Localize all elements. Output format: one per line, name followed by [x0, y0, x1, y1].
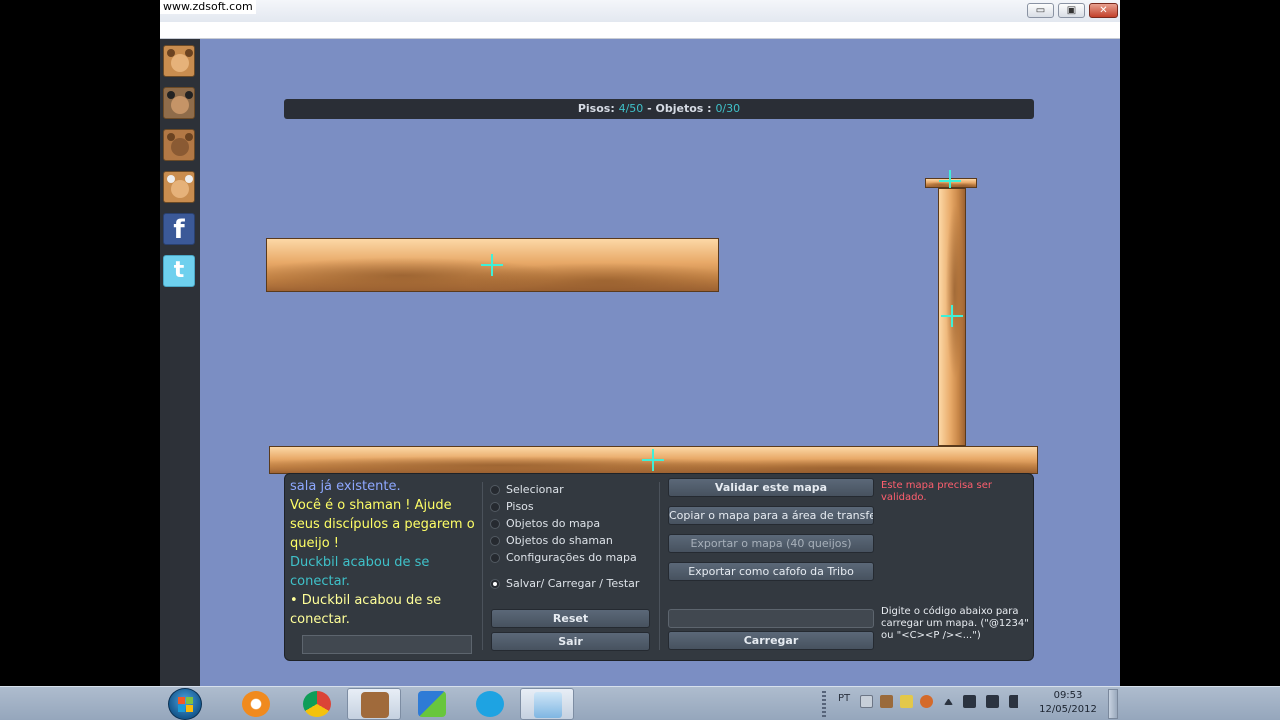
paint-icon [534, 692, 562, 718]
mode-selecionar[interactable]: Selecionar [490, 482, 564, 498]
taskbar-messenger[interactable] [405, 688, 459, 720]
map-counter-bar: Pisos: 4/50 - Objetos : 0/30 [284, 99, 1034, 119]
language-indicator[interactable]: PT [838, 693, 850, 704]
windows-taskbar: PT 09:53 12/05/2012 [0, 686, 1280, 720]
radio-icon[interactable] [490, 502, 500, 512]
carregar-button[interactable]: Carregar [668, 631, 874, 650]
mode-label: Objetos do shaman [506, 534, 613, 547]
close-button[interactable]: ✕ [1089, 3, 1118, 18]
mode-label: Salvar/ Carregar / Testar [506, 577, 640, 590]
letterbox-left [0, 0, 160, 686]
chrome-icon [303, 691, 331, 717]
exportar-tribo-button[interactable]: Exportar como cafofo da Tribo [668, 562, 874, 581]
divider [482, 482, 483, 650]
window-titlebar[interactable] [160, 0, 1120, 22]
objetos-value: 0/30 [715, 102, 741, 115]
taskbar-skype[interactable] [463, 688, 517, 720]
sair-button[interactable]: Sair [491, 632, 650, 651]
radio-icon[interactable] [490, 485, 500, 495]
screen: www.zdsoft.com ▭ ▣ ✕ f t Pisos: 4/50 - O… [0, 0, 1280, 720]
tray-app-icon[interactable] [880, 695, 893, 708]
pisos-label: Pisos: [577, 102, 615, 115]
show-hidden-icons-icon[interactable] [944, 698, 953, 705]
taskbar-paint[interactable] [520, 688, 574, 720]
taskbar-media-player[interactable] [229, 688, 283, 720]
mode-pisos[interactable]: Pisos [490, 499, 534, 515]
copiar-button[interactable]: Copiar o mapa para a área de transferi [668, 506, 874, 525]
objetos-label: Objetos : [655, 102, 712, 115]
reset-button[interactable]: Reset [491, 609, 650, 628]
exportar-button[interactable]: Exportar o mapa (40 queijos) [668, 534, 874, 553]
map-editor-canvas[interactable]: Pisos: 4/50 - Objetos : 0/30 sala já exi… [200, 39, 1120, 686]
chat-line: Duckbil acabou de se conectar. [290, 555, 430, 589]
sidebar-avatar-2-icon[interactable] [163, 87, 195, 119]
minimize-button[interactable]: ▭ [1027, 3, 1054, 18]
letterbox-right [1120, 0, 1280, 686]
validar-button[interactable]: Validar este mapa [668, 478, 874, 497]
validation-note: Este mapa precisa ser validado. [881, 480, 992, 503]
messenger-icon [418, 691, 446, 717]
radio-icon[interactable] [490, 579, 500, 589]
mode-label: Configurações do mapa [506, 551, 637, 564]
chat-input[interactable] [302, 635, 472, 654]
tray-app-icon[interactable] [900, 695, 913, 708]
chat-line: sala já existente. [290, 479, 401, 494]
plank-center-marker[interactable] [642, 449, 664, 471]
facebook-icon[interactable]: f [163, 213, 195, 245]
taskbar-grip[interactable] [822, 691, 826, 717]
mode-label: Objetos do mapa [506, 517, 601, 530]
sidebar: f t [160, 39, 200, 686]
divider [659, 482, 660, 650]
plank-center-marker[interactable] [481, 254, 503, 276]
volume-icon[interactable] [963, 695, 976, 708]
transformice-icon [361, 692, 389, 718]
mode-salvar-carregar[interactable]: Salvar/ Carregar / Testar [490, 576, 639, 592]
watermark: www.zdsoft.com [160, 0, 256, 14]
signal-icon[interactable] [1009, 695, 1022, 708]
clock-time: 09:53 [1053, 690, 1083, 701]
plank-center-marker[interactable] [941, 305, 963, 327]
tray-app-icon[interactable] [920, 695, 933, 708]
twitter-icon[interactable]: t [163, 255, 195, 287]
taskbar-transformice[interactable] [347, 688, 401, 720]
show-desktop-button[interactable] [1108, 689, 1118, 719]
clock[interactable]: 09:53 12/05/2012 [1034, 689, 1102, 717]
mode-configuracoes[interactable]: Configurações do mapa [490, 550, 637, 566]
editor-panel: sala já existente. Você é o shaman ! Aju… [284, 473, 1034, 661]
map-code-input[interactable] [668, 609, 874, 628]
mode-objetos-do-mapa[interactable]: Objetos do mapa [490, 516, 600, 532]
keyboard-icon[interactable] [860, 695, 873, 708]
radio-icon[interactable] [490, 553, 500, 563]
toolbar-strip [160, 22, 1120, 39]
windows-logo-icon [178, 697, 194, 713]
start-button[interactable] [168, 688, 202, 720]
network-icon[interactable] [986, 695, 999, 708]
pisos-value: 4/50 [618, 102, 644, 115]
sidebar-avatar-4-icon[interactable] [163, 171, 195, 203]
chat-line: • Duckbil acabou de se conectar. [290, 593, 442, 627]
maximize-button[interactable]: ▣ [1058, 3, 1085, 18]
chat-log: sala já existente. Você é o shaman ! Aju… [290, 477, 476, 627]
mode-objetos-do-shaman[interactable]: Objetos do shaman [490, 533, 613, 549]
radio-icon[interactable] [490, 519, 500, 529]
sidebar-avatar-3-icon[interactable] [163, 129, 195, 161]
mode-label: Pisos [506, 500, 534, 513]
clock-date: 12/05/2012 [1039, 704, 1097, 715]
media-player-icon [242, 691, 270, 717]
load-help-text: Digite o código abaixo para carregar um … [881, 606, 1029, 641]
skype-icon [476, 691, 504, 717]
chat-line: Você é o shaman ! Ajude seus discípulos … [290, 498, 475, 551]
radio-icon[interactable] [490, 536, 500, 546]
sidebar-avatar-1-icon[interactable] [163, 45, 195, 77]
counter-separator: - [647, 102, 656, 115]
taskbar-chrome[interactable] [290, 688, 344, 720]
mode-label: Selecionar [506, 483, 564, 496]
